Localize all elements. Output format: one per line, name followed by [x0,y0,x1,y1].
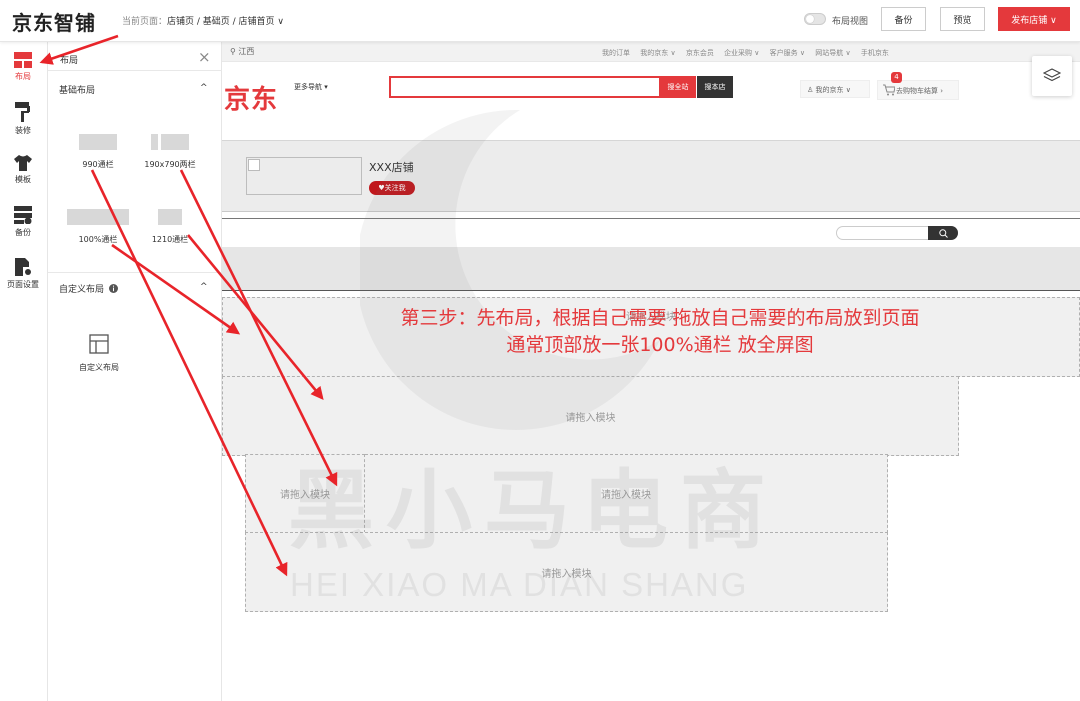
drop-hint: 请拖入模块 [541,568,592,580]
drop-zone-990[interactable]: 请拖入模块 [222,376,959,456]
more-nav[interactable]: 更多导航 ▾ [294,82,328,92]
top-link[interactable]: 网站导航 ∨ [815,49,850,57]
cart-icon [883,84,895,96]
chevron-up-icon[interactable]: ^ [200,282,208,292]
rail-label: 装修 [15,126,31,135]
breadcrumb: 当前页面：店铺页 / 基础页 / 店铺首页 ∨ [122,14,284,27]
preview-button[interactable]: 预览 [940,7,985,31]
shop-name: XXX店铺 [369,161,414,174]
layout-view-label: 布局视图 [832,17,869,27]
cart-label: 去购物车结算 › [896,87,944,95]
custom-layout-label: 自定义布局 [79,363,119,372]
basic-layout-title: 基础布局 [59,86,96,96]
layout-990-thumb [79,134,117,150]
divider [48,70,222,71]
top-link[interactable]: 我的京东 ∨ [640,49,675,57]
chevron-up-icon[interactable]: ^ [200,83,208,93]
search-icon [938,228,948,238]
app-logo: 京东智铺 [12,11,96,35]
drop-hint: 请拖入模块 [565,412,616,424]
rail-label: 页面设置 [7,280,39,289]
location-pin-icon: ⚲ [230,47,236,56]
paint-roller-icon [15,102,30,122]
top-bar: 京东智铺 当前页面：店铺页 / 基础页 / 店铺首页 ∨ 布局视图 备份 预览 … [0,0,1080,42]
location[interactable]: ⚲ 江西 [230,46,254,57]
search-all-button[interactable]: 搜全站 [660,76,696,98]
rail-label: 备份 [15,228,31,237]
top-links: 我的订单 我的京东 ∨ 京东会员 企业采购 ∨ 客户服务 ∨ 网站导航 ∨ 手机… [602,48,897,58]
drop-hint: 请拖入模块 [280,490,330,501]
shop-search-button[interactable] [928,226,958,240]
page-canvas: ⚲ 江西 我的订单 我的京东 ∨ 京东会员 企业采购 ∨ 客户服务 ∨ 网站导航… [222,42,1080,701]
top-link[interactable]: 我的订单 [602,49,630,57]
top-link[interactable]: 客户服务 ∨ [770,49,805,57]
page-settings-icon [15,258,31,276]
layout-990[interactable]: 990通栏 [74,134,122,170]
rail-item-layout[interactable]: 布局 [0,52,46,82]
top-link[interactable]: 企业采购 ∨ [724,49,759,57]
layout-190x790-thumb [151,134,189,150]
layout-990-label: 990通栏 [82,160,114,169]
custom-layout-icon [89,334,109,354]
rail-item-template[interactable]: 模板 [0,155,46,185]
banner-strip[interactable] [222,247,1080,291]
layout-190x790[interactable]: 190x790两栏 [142,134,198,170]
drop-zone-790[interactable]: 请拖入模块 [365,454,888,533]
layout-190x790-label: 190x790两栏 [144,160,196,169]
layout-view-toggle[interactable] [804,13,826,25]
layers-icon [1043,68,1061,82]
top-link[interactable]: 京东会员 [686,49,714,57]
tshirt-icon [14,155,32,171]
rail-item-decorate[interactable]: 装修 [0,102,46,136]
backup-icon [14,206,32,224]
search-shop-button[interactable]: 搜本店 [697,76,733,98]
shop-logo-placeholder[interactable] [246,157,362,195]
backup-button[interactable]: 备份 [881,7,926,31]
annotation-line-2: 通常顶部放一张100%通栏 放全屏图 [506,334,814,356]
my-jd-label: 我的京东 ∨ [815,86,851,94]
layout-icon [14,52,32,68]
close-icon[interactable]: × [198,48,211,66]
layout-100-thumb [67,209,129,225]
panel-title: 布局 [60,56,79,66]
follow-button[interactable]: ♥ 关注我 [369,181,415,195]
layout-1210-thumb [158,209,182,225]
annotation-line-1: 第三步：先布局，根据自己需要 拖放自己需要的布局放到页面 [400,307,920,329]
jd-top-nav: ⚲ 江西 我的订单 我的京东 ∨ 京东会员 企业采购 ∨ 客户服务 ∨ 网站导航… [222,42,1080,62]
rail-label: 布局 [15,72,31,81]
shop-nav-bar[interactable] [222,218,1080,246]
layout-panel: 布局 × 基础布局 ^ 990通栏 190x790两栏 100%通栏 1210通… [48,42,222,701]
follow-label: 关注我 [384,184,406,192]
jd-search-input[interactable] [389,76,661,98]
cart-count-badge: 4 [891,72,902,83]
jd-logo[interactable]: 京东 [224,79,278,116]
left-rail: 布局 装修 模板 备份 页面设置 [0,42,48,701]
layers-button[interactable] [1032,56,1072,96]
shop-header[interactable]: XXX店铺 ♥ 关注我 [222,140,1080,212]
custom-layout-item[interactable]: 自定义布局 [72,334,126,373]
instruction-annotation: 第三步：先布局，根据自己需要 拖放自己需要的布局放到页面 通常顶部放一张100%… [310,305,1010,359]
location-text: 江西 [238,47,255,56]
layout-100-label: 100%通栏 [78,235,118,244]
custom-layout-title: 自定义布局 [59,282,118,295]
rail-item-page-settings[interactable]: 页面设置 [0,258,46,290]
drop-zone-190[interactable]: 请拖入模块 [245,454,365,533]
layout-1210[interactable]: 1210通栏 [146,209,194,245]
top-link[interactable]: 手机京东 [861,49,889,57]
user-icon: ♙ [807,86,816,94]
layout-1210-label: 1210通栏 [151,235,189,244]
layout-100-percent[interactable]: 100%通栏 [66,209,130,245]
rail-item-backup[interactable]: 备份 [0,206,46,238]
custom-layout-title-text: 自定义布局 [59,285,105,295]
drop-hint: 请拖入模块 [601,490,651,501]
drop-zone-1210[interactable]: 请拖入模块 [245,532,888,612]
breadcrumb-prefix: 当前页面： [122,17,168,27]
my-jd-button[interactable]: ♙ 我的京东 ∨ [800,80,870,98]
rail-label: 模板 [15,175,31,184]
publish-store-button[interactable]: 发布店铺 ∨ [998,7,1070,31]
info-icon[interactable] [108,284,118,293]
breadcrumb-path[interactable]: 店铺页 / 基础页 / 店铺首页 ∨ [167,17,284,27]
divider [48,272,222,273]
